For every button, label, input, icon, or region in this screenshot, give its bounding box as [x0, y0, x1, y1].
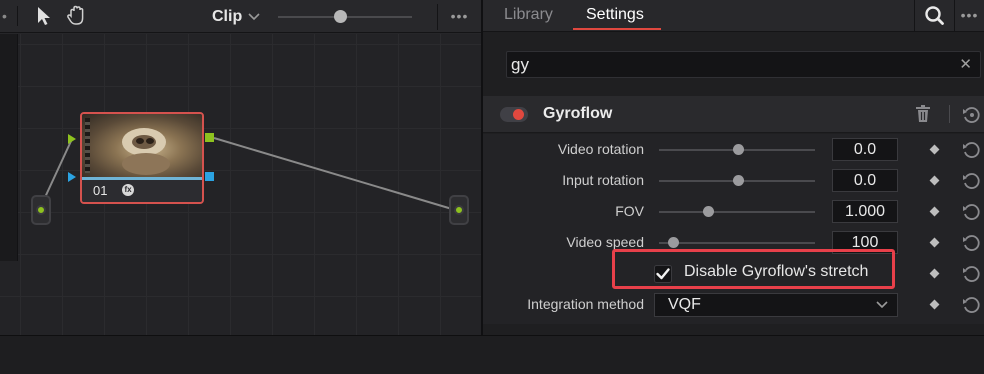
clip-node-alpha-output-port[interactable] — [205, 172, 214, 181]
output-node-pin[interactable] — [454, 205, 464, 215]
param-label: Video rotation — [557, 141, 644, 157]
clear-search-icon[interactable]: ✕ — [959, 55, 972, 73]
clip-node-rgb-input-port[interactable] — [68, 134, 76, 144]
bottom-panel-bar — [0, 335, 984, 374]
tab-settings[interactable]: Settings — [586, 6, 644, 24]
inspector-search-input[interactable]: gy ✕ — [506, 51, 981, 78]
param-label: Input rotation — [562, 172, 644, 188]
clip-node-footer: 01 fx — [82, 180, 202, 202]
clip-node-rgb-output-port[interactable] — [205, 133, 214, 142]
param-row-integration-method: Integration method VQF — [483, 289, 984, 320]
param-value-field[interactable]: 0.0 — [832, 138, 898, 161]
clip-node-thumbnail — [82, 114, 202, 177]
reset-icon[interactable] — [961, 140, 981, 160]
param-row-fov: FOV 1.000 — [483, 196, 984, 227]
reset-icon[interactable] — [961, 295, 981, 315]
search-icon[interactable] — [914, 0, 954, 32]
param-slider-track[interactable] — [659, 242, 815, 244]
chevron-down-icon — [876, 301, 888, 309]
param-label: Integration method — [527, 296, 644, 312]
keyframe-diamond-icon[interactable] — [929, 268, 940, 279]
gyroflow-section-header[interactable]: Gyroflow — [483, 96, 984, 133]
param-slider-thumb[interactable] — [703, 206, 715, 217]
inspector-header: Library Settings ••• — [483, 0, 984, 32]
inspector-more-options-icon[interactable]: ••• — [954, 0, 984, 32]
reset-icon[interactable] — [961, 202, 981, 222]
inspector-search-area: gy ✕ — [483, 33, 984, 94]
annotation-highlight-box — [612, 249, 895, 289]
reset-icon[interactable] — [961, 171, 981, 191]
thumbnail-film-strip — [85, 118, 90, 173]
gyroflow-enable-toggle[interactable] — [500, 107, 528, 122]
keyframe-diamond-icon[interactable] — [929, 144, 940, 155]
search-input-value: gy — [511, 55, 529, 74]
thumbnail-figure — [122, 128, 170, 175]
active-tab-underline — [573, 28, 661, 30]
input-node[interactable] — [31, 195, 51, 225]
tab-library[interactable]: Library — [504, 6, 553, 24]
param-slider-thumb[interactable] — [733, 144, 745, 155]
trash-icon[interactable] — [915, 105, 931, 123]
keyframe-diamond-icon[interactable] — [929, 237, 940, 248]
param-slider-track[interactable] — [659, 211, 815, 213]
param-value-field[interactable]: 1.000 — [832, 200, 898, 223]
keyframe-diamond-icon[interactable] — [929, 175, 940, 186]
param-row-video-rotation: Video rotation 0.0 — [483, 134, 984, 165]
fx-icon: fx — [122, 184, 134, 196]
param-label: Video speed — [566, 234, 644, 250]
toggle-knob — [513, 109, 524, 120]
keyframe-diamond-icon[interactable] — [929, 299, 940, 310]
reset-icon[interactable] — [961, 233, 981, 253]
output-node[interactable] — [449, 195, 469, 225]
param-row-input-rotation: Input rotation 0.0 — [483, 165, 984, 196]
node-connections — [40, 137, 453, 210]
node-editor-panel: • Clip ••• 01 fx — [0, 0, 481, 335]
param-label: FOV — [615, 203, 644, 219]
reset-icon[interactable] — [961, 264, 981, 284]
section-reset-icon[interactable] — [961, 105, 981, 125]
param-slider-thumb[interactable] — [667, 237, 679, 248]
select-value: VQF — [668, 296, 701, 313]
header-separator — [949, 105, 950, 123]
gyroflow-parameters: Video rotation 0.0 Input rotation 0.0 FO… — [483, 134, 984, 324]
input-node-pin[interactable] — [36, 205, 46, 215]
clip-node-01[interactable]: 01 fx — [80, 112, 204, 204]
param-value-field[interactable]: 0.0 — [832, 169, 898, 192]
clip-node-alpha-input-port[interactable] — [68, 172, 76, 182]
section-title: Gyroflow — [543, 105, 613, 122]
keyframe-diamond-icon[interactable] — [929, 206, 940, 217]
param-slider-thumb[interactable] — [733, 175, 745, 186]
integration-method-select[interactable]: VQF — [654, 293, 898, 317]
clip-node-number: 01 — [93, 183, 108, 198]
